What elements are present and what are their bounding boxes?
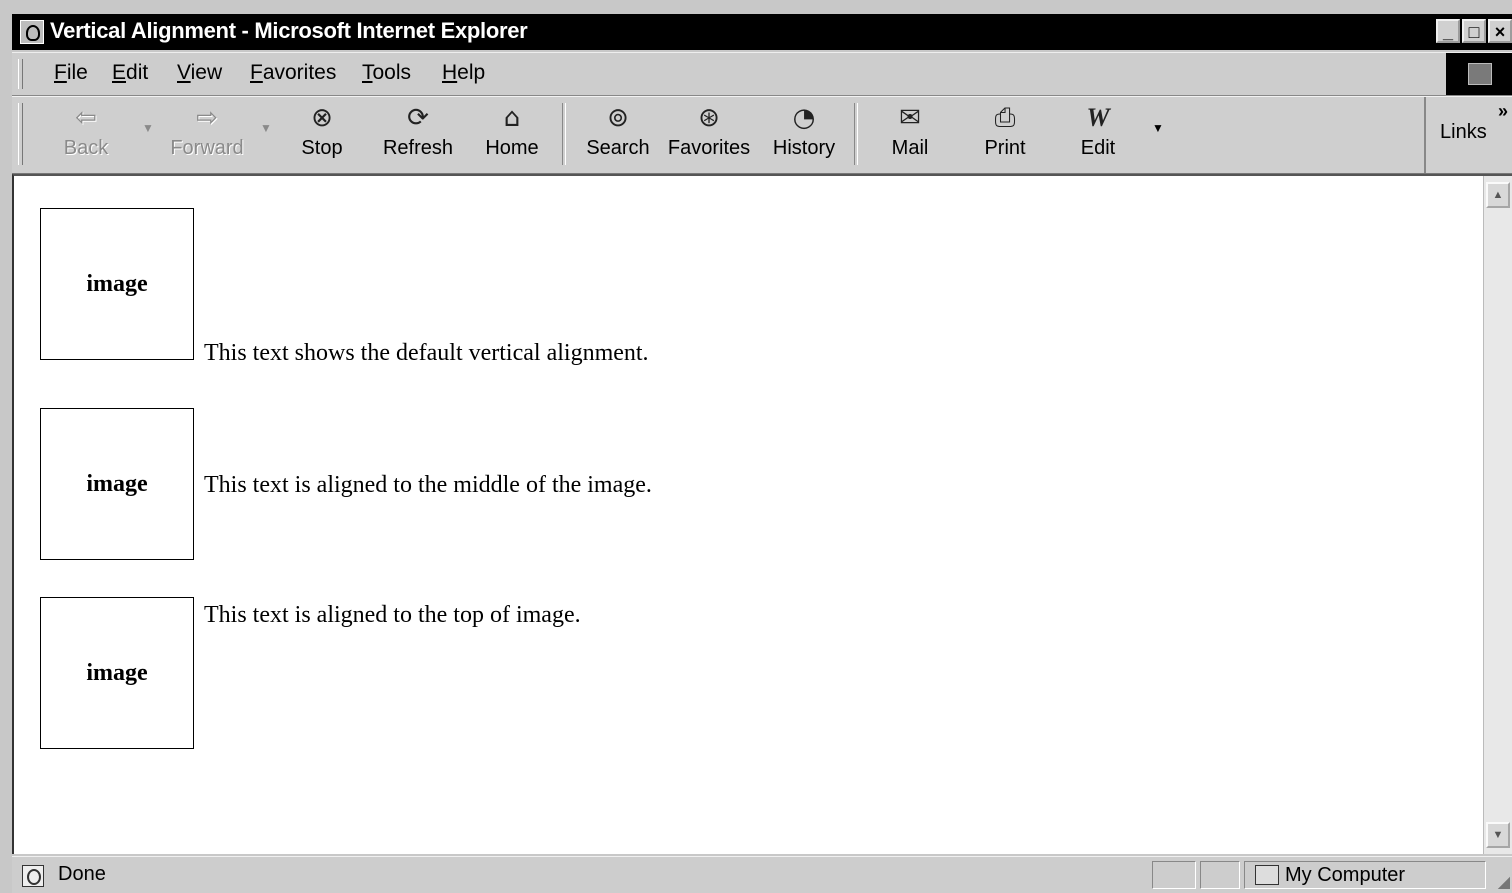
history-label: History [772,137,836,159]
toolbar-grip[interactable] [18,103,23,165]
search-button[interactable]: ⊚ Search [580,101,656,160]
edit-icon: W [1086,103,1110,132]
placeholder-image: image [40,208,194,360]
menubar-grip[interactable] [18,59,23,89]
menu-tools[interactable]: Tools [362,61,411,85]
window-title: Vertical Alignment - Microsoft Internet … [50,18,528,43]
refresh-label: Refresh [382,137,454,159]
browser-window: Vertical Alignment - Microsoft Internet … [0,0,1512,893]
menu-help[interactable]: Help [442,61,485,85]
vertical-scrollbar[interactable]: ▲ ▼ [1483,176,1512,854]
menu-edit[interactable]: Edit [112,61,148,85]
default-alignment-text: This text shows the default vertical ali… [204,340,649,366]
edit-label: Edit [1080,137,1116,159]
mail-icon: ✉ [899,103,921,133]
favorites-icon: ⊛ [698,103,720,133]
home-label: Home [485,137,539,159]
security-zone-pane: My Computer [1244,861,1486,889]
favorites-button[interactable]: ⊛ Favorites [664,101,754,160]
toolbar-separator [854,103,858,165]
status-text: Done [58,863,106,885]
zone-text: My Computer [1285,864,1406,886]
window-controls: _ □ × [1436,19,1512,43]
links-label: Links [1440,121,1487,143]
forward-label: Forward [170,137,244,159]
print-icon: ⎙ [994,103,1016,133]
print-button[interactable]: ⎙ Print [970,101,1040,160]
scroll-up-button[interactable]: ▲ [1486,182,1510,208]
image-label: image [86,659,148,686]
home-button[interactable]: ⌂ Home [478,101,546,160]
ie-logo-icon [20,20,44,44]
edit-dropdown-icon[interactable]: ▼ [1152,121,1164,135]
image-label: image [86,270,148,297]
refresh-icon: ⟳ [407,103,429,133]
edit-button[interactable]: W Edit [1066,101,1130,160]
mail-label: Mail [891,137,929,159]
scroll-down-button[interactable]: ▼ [1486,822,1510,848]
menu-favorites[interactable]: Favorites [250,61,336,85]
close-button[interactable]: × [1488,19,1512,43]
back-label: Back [63,137,109,159]
toolbar-separator [562,103,566,165]
placeholder-image: image [40,597,194,749]
forward-button[interactable]: ⇨ Forward [162,101,252,160]
page-content: image This text shows the default vertic… [12,174,1512,854]
stop-label: Stop [301,137,343,159]
status-pane [1200,861,1240,889]
middle-alignment-text: This text is aligned to the middle of th… [204,472,652,498]
forward-arrow-icon: ⇨ [196,103,218,133]
stop-button[interactable]: ⊗ Stop [290,101,354,160]
back-dropdown-icon[interactable]: ▼ [142,121,154,135]
back-button[interactable]: ⇦ Back [56,101,116,160]
forward-dropdown-icon[interactable]: ▼ [260,121,272,135]
standard-toolbar: ⇦ Back ▼ ⇨ Forward ▼ ⊗ Stop ⟳ Refresh ⌂ … [12,96,1512,175]
my-computer-icon [1255,865,1279,885]
back-arrow-icon: ⇦ [75,103,97,133]
favorites-label: Favorites [667,137,751,159]
search-icon: ⊚ [607,103,629,133]
history-icon: ◔ [792,103,816,133]
status-pane [1152,861,1196,889]
top-alignment-text: This text is aligned to the top of image… [204,602,581,628]
search-label: Search [586,137,650,159]
stop-icon: ⊗ [311,103,333,133]
minimize-button[interactable]: _ [1436,19,1460,43]
refresh-button[interactable]: ⟳ Refresh [378,101,458,160]
image-label: image [86,470,148,497]
menu-view[interactable]: View [177,61,222,85]
status-bar: Done My Computer ◢ [12,856,1512,893]
page-status-icon [22,865,44,887]
menu-bar: File Edit View Favorites Tools Help [12,52,1512,96]
history-button[interactable]: ◔ History [768,101,840,160]
print-label: Print [984,137,1026,159]
title-bar[interactable]: Vertical Alignment - Microsoft Internet … [12,14,1512,50]
throbber [1446,53,1512,95]
windows-flag-icon [1468,63,1492,85]
mail-button[interactable]: ✉ Mail [874,101,946,160]
home-icon: ⌂ [503,103,521,133]
links-chevron-icon[interactable]: » [1498,101,1508,122]
maximize-button[interactable]: □ [1462,19,1486,43]
resize-grip-icon[interactable]: ◢ [1498,872,1510,892]
links-toolbar[interactable]: Links » [1424,97,1512,173]
placeholder-image: image [40,408,194,560]
menu-file[interactable]: File [54,61,88,85]
